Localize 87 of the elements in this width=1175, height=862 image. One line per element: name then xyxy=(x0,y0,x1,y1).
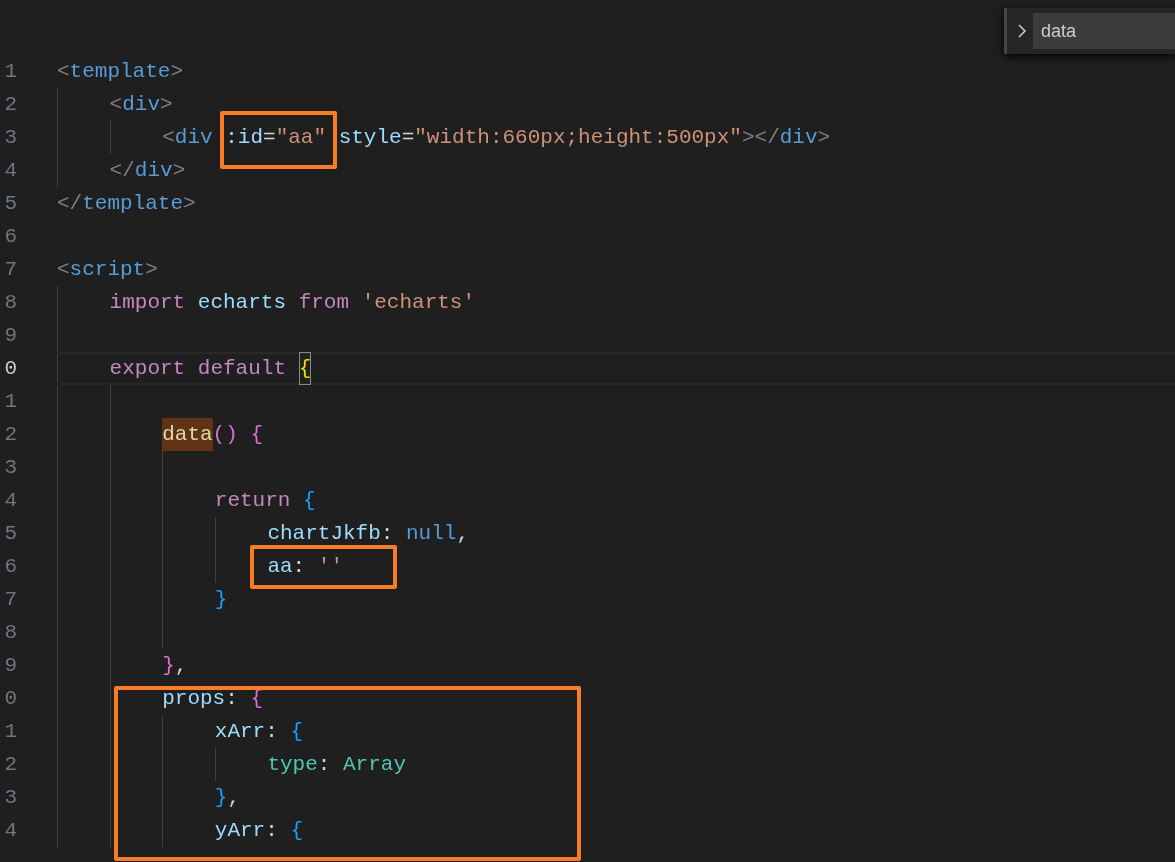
code-token: props xyxy=(162,686,226,712)
code-token: : xyxy=(292,554,306,580)
line-number: 0 xyxy=(3,686,17,712)
code-token: echarts xyxy=(197,290,287,316)
code-token: null xyxy=(406,521,457,547)
code-token: , xyxy=(456,521,470,547)
code-token: export xyxy=(109,356,186,382)
code-token: : xyxy=(380,521,394,547)
code-token: > xyxy=(170,59,184,85)
code-token: : xyxy=(265,818,278,844)
code-token: div xyxy=(779,125,818,151)
code-token: { xyxy=(290,818,304,844)
line-number: 9 xyxy=(3,323,17,349)
code-token: </ xyxy=(57,191,83,217)
code-token: xArr xyxy=(214,719,266,745)
code-token: } xyxy=(214,587,228,613)
code-token: "aa" xyxy=(275,125,327,151)
code-token: < xyxy=(57,257,70,283)
code-token: script xyxy=(69,257,146,283)
code-token: { xyxy=(298,352,312,385)
line-number: 5 xyxy=(3,191,17,217)
code-token: , xyxy=(227,785,240,811)
line-number: 4 xyxy=(3,488,17,514)
code-token: : xyxy=(265,719,278,745)
line-number: 8 xyxy=(3,290,17,316)
code-token: > xyxy=(145,257,158,283)
line-number: 2 xyxy=(3,752,17,778)
code-token: = xyxy=(263,125,276,151)
code-token: () xyxy=(212,422,238,448)
code-token: > xyxy=(172,158,186,184)
code-token: yArr xyxy=(214,818,266,844)
code-token: </ xyxy=(109,158,135,184)
code-token: aa xyxy=(267,554,293,580)
code-token: :id xyxy=(225,125,263,151)
line-number: 5 xyxy=(3,521,17,547)
line-number: 2 xyxy=(3,422,17,448)
line-number: 2 xyxy=(3,92,17,118)
line-number: 0 xyxy=(3,356,17,382)
line-number: 4 xyxy=(3,818,17,844)
code-token: Array xyxy=(343,752,407,778)
code-token: < xyxy=(162,125,175,151)
code-token: > xyxy=(817,125,831,151)
line-number: 7 xyxy=(3,587,17,613)
find-input[interactable]: data xyxy=(1033,13,1175,49)
code-token: div xyxy=(122,92,160,118)
code-token: </ xyxy=(754,125,780,151)
code-token: template xyxy=(69,59,171,85)
code-token: import xyxy=(109,290,186,316)
code-token: : xyxy=(317,752,331,778)
line-number: 1 xyxy=(3,389,17,415)
line-number: 3 xyxy=(3,125,17,151)
code-token: type xyxy=(267,752,318,778)
code-token: template xyxy=(82,191,184,217)
code-token: 'echarts' xyxy=(361,290,476,316)
code-token: style xyxy=(338,125,402,151)
code-token: = xyxy=(401,125,415,151)
code-token: div xyxy=(174,125,213,151)
code-token: < xyxy=(57,59,70,85)
code-token: > xyxy=(183,191,196,217)
line-number: 7 xyxy=(3,257,17,283)
code-token: { xyxy=(303,488,316,514)
code-token: } xyxy=(162,653,175,679)
line-number: 3 xyxy=(3,455,17,481)
code-token: > xyxy=(741,125,755,151)
code-token: "width:660px;height:500px" xyxy=(414,125,742,151)
line-number: 1 xyxy=(3,719,17,745)
line-number: 8 xyxy=(3,620,17,646)
code-token: return xyxy=(214,488,291,514)
code-token: data xyxy=(162,418,213,451)
line-number: 1 xyxy=(3,59,17,85)
code-token: '' xyxy=(317,554,344,580)
code-token: } xyxy=(214,785,228,811)
code-token: div xyxy=(134,158,173,184)
code-token: , xyxy=(174,653,188,679)
code-token: default xyxy=(197,356,287,382)
code-token: : xyxy=(225,686,238,712)
code-token: { xyxy=(290,719,304,745)
line-number: 3 xyxy=(3,785,17,811)
line-number: 4 xyxy=(3,158,17,184)
code-token: > xyxy=(160,92,173,118)
code-token: chartJkfb xyxy=(267,521,381,547)
line-number: 6 xyxy=(3,224,17,250)
code-token: { xyxy=(250,422,264,448)
line-number: 9 xyxy=(3,653,17,679)
line-number: 6 xyxy=(3,554,17,580)
code-token: from xyxy=(298,290,350,316)
code-token: < xyxy=(109,92,123,118)
